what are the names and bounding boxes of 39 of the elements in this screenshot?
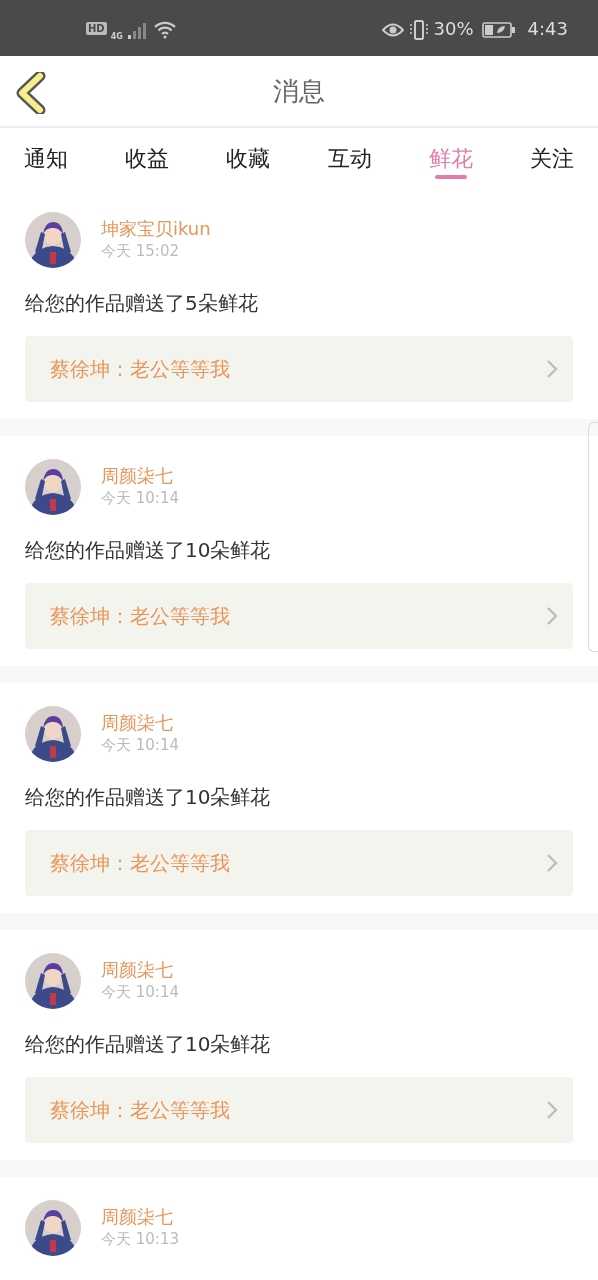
chevron-icon xyxy=(545,852,559,874)
message-text: 给您的作品赠送了10朵鲜花 xyxy=(25,537,272,564)
message-text: 给您的作品赠送了5朵鲜花 xyxy=(25,290,259,317)
quoted-work[interactable]: 蔡徐坤：老公等等我 xyxy=(25,1077,573,1143)
vibrate-icon xyxy=(407,18,430,41)
hd-indicator: HD xyxy=(86,21,107,35)
quoted-work[interactable]: 蔡徐坤：老公等等我 xyxy=(25,583,573,649)
battery-percent: 30% xyxy=(433,16,474,41)
tab[interactable]: 关注 xyxy=(529,128,574,189)
chevron-icon xyxy=(545,605,559,627)
eye-icon xyxy=(381,21,404,38)
user-name[interactable]: 周颜柒七 xyxy=(101,958,179,982)
wifi-icon xyxy=(152,19,177,40)
chevron-icon xyxy=(545,358,559,380)
clock-time: 4:43 xyxy=(527,16,568,41)
network-type: 4G xyxy=(110,31,123,43)
message-time: 今天 15:02 xyxy=(101,241,180,263)
chevron-icon xyxy=(545,1099,559,1121)
user-name[interactable]: 坤家宝贝ikun xyxy=(101,217,211,241)
quoted-work[interactable]: 蔡徐坤：老公等等我 xyxy=(25,336,573,402)
message-text: 给您的作品赠送了10朵鲜花 xyxy=(25,1031,272,1058)
tab[interactable]: 收益 xyxy=(125,128,170,189)
message-time: 今天 10:14 xyxy=(101,735,179,757)
message-time: 今天 10:13 xyxy=(101,1229,179,1251)
back-button[interactable] xyxy=(14,72,46,114)
user-name[interactable]: 周颜柒七 xyxy=(101,711,179,735)
battery-icon xyxy=(481,20,516,39)
tab[interactable]: 互动 xyxy=(327,128,372,189)
tab[interactable]: 通知 xyxy=(24,128,68,189)
tab[interactable]: 鲜花 xyxy=(428,128,473,189)
user-name[interactable]: 周颜柒七 xyxy=(101,1205,179,1229)
quoted-work[interactable]: 蔡徐坤：老公等等我 xyxy=(25,830,573,896)
user-name[interactable]: 周颜柒七 xyxy=(101,464,179,488)
message-time: 今天 10:14 xyxy=(101,982,179,1004)
tab[interactable]: 收藏 xyxy=(226,128,271,189)
message-time: 今天 10:14 xyxy=(101,488,179,510)
page-title: 消息 xyxy=(273,74,325,108)
signal-icon xyxy=(126,20,149,39)
message-text: 给您的作品赠送了10朵鲜花 xyxy=(25,784,272,811)
